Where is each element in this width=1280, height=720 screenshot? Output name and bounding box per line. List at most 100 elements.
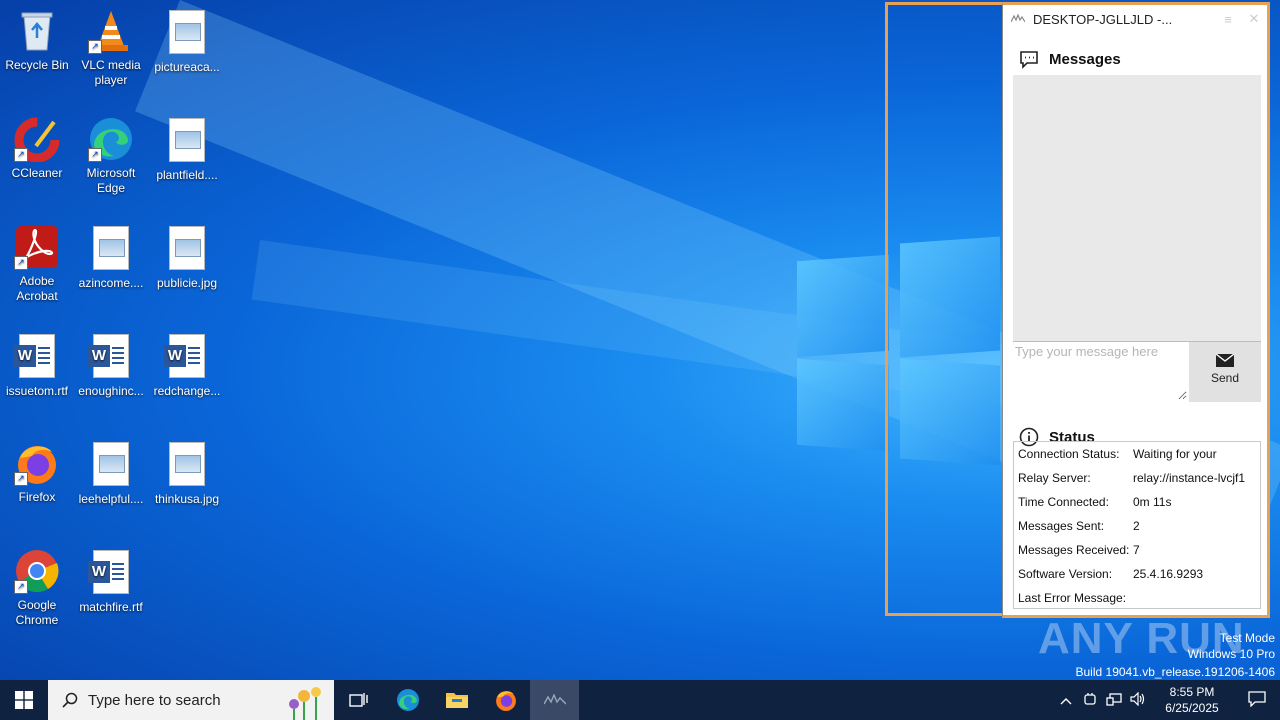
status-key: Software Version: bbox=[1018, 567, 1113, 581]
status-row: Last Error Message: bbox=[1014, 586, 1260, 608]
taskbar-search-input[interactable] bbox=[86, 690, 290, 710]
desktop-icon-vlc[interactable]: ↗ VLC media player bbox=[74, 8, 148, 88]
desktop-icon-file[interactable]: thinkusa.jpg bbox=[150, 440, 224, 507]
shortcut-arrow-icon: ↗ bbox=[14, 580, 28, 594]
status-value: 2 bbox=[1133, 519, 1140, 533]
adobe-acrobat-icon: ↗ bbox=[14, 224, 60, 270]
status-value: Waiting for your bbox=[1133, 447, 1217, 461]
shortcut-arrow-icon: ↗ bbox=[88, 148, 102, 162]
task-view-icon bbox=[348, 693, 368, 707]
desktop-icon-recycle-bin[interactable]: Recycle Bin bbox=[0, 8, 74, 73]
taskbar-remote-app[interactable] bbox=[530, 680, 579, 720]
image-file-icon bbox=[88, 442, 134, 488]
search-icon bbox=[62, 692, 78, 708]
app-icon bbox=[1010, 13, 1026, 24]
image-file-icon bbox=[164, 226, 210, 272]
start-button[interactable] bbox=[0, 680, 48, 720]
windows-edition-text: Windows 10 Pro bbox=[1187, 647, 1275, 661]
image-file-icon bbox=[164, 118, 210, 164]
folder-icon bbox=[445, 693, 468, 708]
desktop-icon-firefox[interactable]: ↗ Firefox bbox=[0, 440, 74, 505]
envelope-icon bbox=[1216, 354, 1234, 367]
desktop-icon-file[interactable]: azincome.... bbox=[74, 224, 148, 291]
menu-icon[interactable]: ≡ bbox=[1215, 12, 1241, 27]
windows-logo-pane bbox=[797, 254, 889, 358]
build-text: Build 19041.vb_release.191206-1406 bbox=[1075, 665, 1276, 679]
image-file-icon bbox=[164, 442, 210, 488]
status-row: Messages Sent: 2 bbox=[1014, 514, 1260, 538]
desktop-icon-file[interactable]: leehelpful.... bbox=[74, 440, 148, 507]
shortcut-arrow-icon: ↗ bbox=[14, 472, 28, 486]
message-input[interactable] bbox=[1013, 342, 1187, 400]
firefox-icon bbox=[495, 691, 516, 711]
status-key: Messages Received: bbox=[1018, 543, 1130, 557]
clock-date: 6/25/2025 bbox=[1165, 701, 1219, 715]
desktop-icon-file[interactable]: W matchfire.rtf bbox=[74, 548, 148, 615]
desktop-icon-chrome[interactable]: ↗ Google Chrome bbox=[0, 548, 74, 628]
desktop-icon-label: Adobe Acrobat bbox=[16, 274, 58, 303]
chevron-up-icon[interactable] bbox=[1054, 693, 1078, 708]
message-compose-row: Send bbox=[1013, 341, 1261, 402]
word-document-icon: W bbox=[14, 334, 60, 380]
device-icon[interactable] bbox=[1078, 692, 1102, 709]
desktop-icon-file[interactable]: W enoughinc... bbox=[74, 332, 148, 399]
status-value: 7 bbox=[1133, 543, 1140, 557]
selection-highlight bbox=[885, 2, 1002, 616]
desktop-icon-label: issuetom.rtf bbox=[5, 384, 68, 398]
desktop-icon-ccleaner[interactable]: ↗ CCleaner bbox=[0, 116, 74, 181]
network-icon[interactable] bbox=[1102, 692, 1126, 709]
desktop-icon-label: redchange... bbox=[153, 384, 221, 398]
status-value: 0m 11s bbox=[1133, 495, 1172, 509]
system-tray: 8:55 PM 6/25/2025 bbox=[1054, 680, 1280, 720]
desktop-icon-label: thinkusa.jpg bbox=[154, 492, 220, 506]
status-key: Messages Sent: bbox=[1018, 519, 1105, 533]
status-row: Time Connected: 0m 11s bbox=[1014, 490, 1260, 514]
status-table: Connection Status: Waiting for your Relay… bbox=[1013, 441, 1261, 609]
desktop-icon-label: Firefox bbox=[18, 490, 56, 504]
desktop-icon-file[interactable]: plantfield.... bbox=[150, 116, 224, 183]
desktop-icon-file[interactable]: publicie.jpg bbox=[150, 224, 224, 291]
messages-list[interactable] bbox=[1013, 75, 1261, 341]
chrome-icon: ↗ bbox=[14, 548, 60, 594]
desktop-icon-acrobat[interactable]: ↗ Adobe Acrobat bbox=[0, 224, 74, 304]
vlc-cone-icon: ↗ bbox=[88, 8, 134, 54]
test-mode-text: Test Mode bbox=[1219, 631, 1275, 645]
messages-heading-text: Messages bbox=[1049, 50, 1121, 68]
status-row: Connection Status: Waiting for your bbox=[1014, 442, 1260, 466]
status-key: Time Connected: bbox=[1018, 495, 1109, 509]
window-titlebar[interactable]: DESKTOP-JGLLJLD -... ≡ ✕ bbox=[1003, 5, 1267, 33]
desktop-icon-label: pictureaca... bbox=[154, 60, 220, 74]
status-value: 25.4.16.9293 bbox=[1133, 567, 1204, 581]
desktop-icon-label: matchfire.rtf bbox=[79, 600, 143, 614]
word-document-icon: W bbox=[164, 334, 210, 380]
notification-center-icon[interactable] bbox=[1234, 690, 1280, 710]
status-key: Last Error Message: bbox=[1018, 591, 1127, 605]
status-row: Messages Received: 7 bbox=[1014, 538, 1260, 562]
send-button[interactable]: Send bbox=[1189, 342, 1261, 402]
close-icon[interactable]: ✕ bbox=[1241, 11, 1267, 27]
shortcut-arrow-icon: ↗ bbox=[88, 40, 102, 54]
taskbar-search-box[interactable] bbox=[48, 680, 334, 720]
shortcut-arrow-icon: ↗ bbox=[14, 148, 28, 162]
messages-heading: Messages bbox=[1003, 33, 1267, 71]
volume-icon[interactable] bbox=[1126, 691, 1150, 709]
windows-logo-pane bbox=[797, 358, 889, 452]
ccleaner-icon: ↗ bbox=[14, 116, 60, 163]
desktop-icon-file[interactable]: W redchange... bbox=[150, 332, 224, 399]
desktop-icon-label: plantfield.... bbox=[156, 168, 218, 182]
taskbar-file-explorer[interactable] bbox=[432, 680, 481, 720]
search-flowers-icon bbox=[289, 687, 321, 720]
taskbar-edge[interactable] bbox=[383, 680, 432, 720]
status-key: Connection Status: bbox=[1018, 447, 1120, 461]
status-key: Relay Server: bbox=[1018, 471, 1091, 485]
desktop-icon-label: Microsoft Edge bbox=[86, 166, 136, 195]
desktop-icon-label: leehelpful.... bbox=[78, 492, 144, 506]
taskbar-firefox[interactable] bbox=[481, 680, 530, 720]
taskbar-clock[interactable]: 8:55 PM 6/25/2025 bbox=[1150, 684, 1234, 716]
desktop-icon-file[interactable]: W issuetom.rtf bbox=[0, 332, 74, 399]
chat-bubble-icon bbox=[1020, 51, 1038, 69]
desktop-icon-file[interactable]: pictureaca... bbox=[150, 8, 224, 75]
app-window: DESKTOP-JGLLJLD -... ≡ ✕ Messages Send S… bbox=[1002, 2, 1270, 618]
task-view-button[interactable] bbox=[334, 680, 383, 720]
desktop-icon-edge[interactable]: ↗ Microsoft Edge bbox=[74, 116, 148, 196]
